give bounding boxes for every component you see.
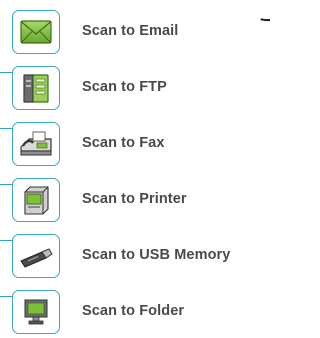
server-icon [23,74,49,103]
scan-to-ftp-item[interactable]: Scan to FTP [0,66,270,114]
computer-folder-icon [24,299,48,325]
scan-to-fax-item[interactable]: Scan to Fax [0,122,270,170]
scan-to-printer-label: Scan to Printer [82,191,187,207]
scan-to-folder-label: Scan to Folder [82,303,185,319]
scan-to-fax-button[interactable] [12,122,60,166]
scan-to-folder-item[interactable]: Scan to Folder [0,290,270,338]
scan-to-printer-button[interactable] [12,178,60,222]
scan-to-email-item[interactable]: Scan to Email [0,10,270,58]
usb-drive-icon [20,248,53,268]
scan-to-printer-item[interactable]: Scan to Printer [0,178,270,226]
scan-destination-menu: Scan to Email Scan to FTP Scan to Fax Sc… [0,0,270,338]
scan-to-fax-label: Scan to Fax [82,135,165,151]
fax-machine-icon [20,131,52,156]
scan-to-ftp-label: Scan to FTP [82,79,167,95]
printer-icon [24,186,49,215]
scan-to-usb-memory-button[interactable] [12,234,60,278]
scan-to-email-button[interactable] [12,10,60,54]
scan-to-ftp-button[interactable] [12,66,60,110]
envelope-icon [20,20,52,44]
scan-to-usb-memory-item[interactable]: Scan to USB Memory [0,234,270,282]
scan-to-folder-button[interactable] [12,290,60,334]
scan-to-usb-memory-label: Scan to USB Memory [82,247,231,263]
scan-to-email-label: Scan to Email [82,23,179,39]
